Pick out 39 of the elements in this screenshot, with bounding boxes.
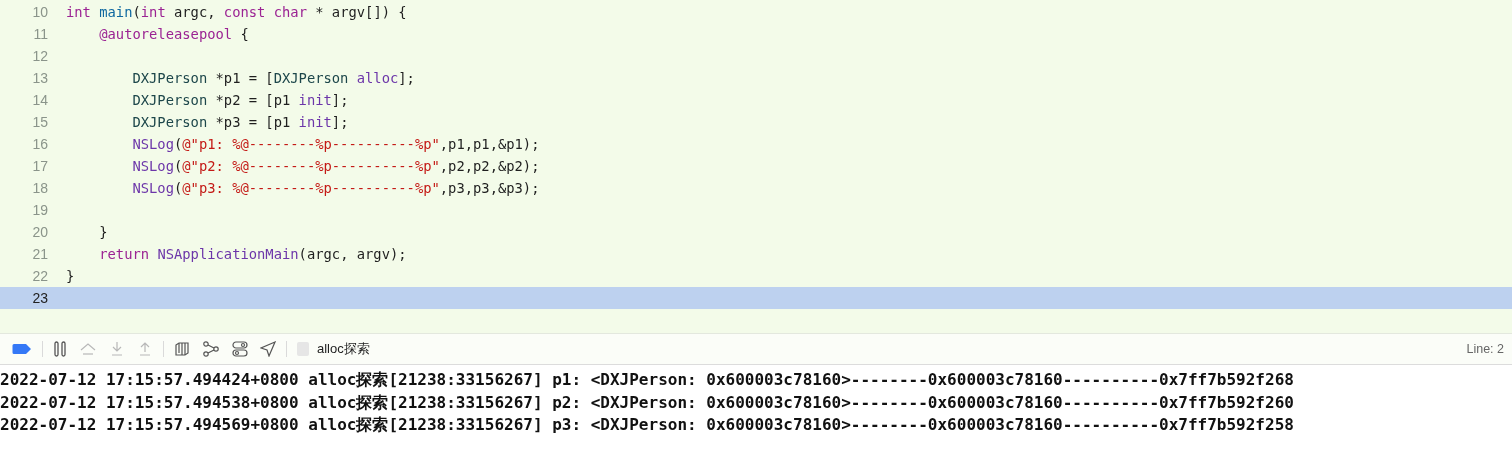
line-indicator: Line: 2 — [1466, 342, 1504, 356]
line-number: 20 — [31, 224, 48, 240]
line-number: 17 — [31, 158, 48, 174]
code-line: NSLog(@"p3: %@--------%p----------%p",p3,p3,&p3); — [131, 180, 540, 196]
location-icon — [260, 341, 276, 357]
code-line: @autoreleasepool { — [98, 26, 249, 42]
code-line: } — [98, 224, 108, 240]
line-number: 15 — [31, 114, 48, 130]
console-line: 2022-07-12 17:15:57.494538+0800 alloc探索[21238:33156267] p2: <DXJPerson: 0x600003c78160>--------0x600003c78160----------0x7ff7b592f260 — [0, 391, 1295, 414]
code-line: NSLog(@"p2: %@--------%p----------%p",p2,p2,&p2); — [131, 158, 540, 174]
code-line: DXJPerson *p2 = [p1 init]; — [131, 92, 349, 108]
line-number: 23 — [31, 290, 48, 306]
line-number: 22 — [31, 268, 48, 284]
breakpoint-icon — [12, 343, 32, 355]
console-line: 2022-07-12 17:15:57.494569+0800 alloc探索[21238:33156267] p3: <DXJPerson: 0x600003c78160>--------0x600003c78160----------0x7ff7b592f258 — [0, 414, 1295, 436]
line-number: 16 — [31, 136, 48, 152]
graph-icon — [202, 341, 220, 357]
layers-icon — [174, 341, 190, 357]
line-number: 19 — [31, 202, 48, 218]
pause-icon — [53, 341, 67, 357]
line-number: 10 — [31, 4, 48, 20]
toggle-icon — [232, 341, 248, 357]
code-line: int main(int argc, const char * argv[]) { — [66, 4, 407, 20]
code-line: } — [66, 268, 75, 284]
line-number: 18 — [31, 180, 48, 196]
step-into-icon — [109, 341, 125, 357]
line-number: 14 — [31, 92, 48, 108]
line-number: 13 — [31, 70, 48, 86]
console-line: 2022-07-12 17:15:57.494424+0800 alloc探索[21238:33156267] p1: <DXJPerson: 0x600003c78160>--------0x600003c78160----------0x7ff7b592f268 — [0, 369, 1295, 391]
code-line: return NSApplicationMain(argc, argv); — [98, 246, 407, 262]
process-name[interactable]: alloc探索 — [317, 340, 370, 358]
step-out-icon — [137, 341, 153, 357]
code-line: DXJPerson *p1 = [DXJPerson alloc]; — [131, 70, 415, 86]
line-number: 21 — [31, 246, 48, 262]
code-line: NSLog(@"p1: %@--------%p----------%p",p1,p1,&p1); — [131, 136, 540, 152]
line-number: 11 — [32, 26, 48, 42]
code-line: DXJPerson *p3 = [p1 init]; — [131, 114, 349, 130]
step-over-icon — [79, 341, 97, 357]
line-number: 12 — [31, 48, 48, 64]
